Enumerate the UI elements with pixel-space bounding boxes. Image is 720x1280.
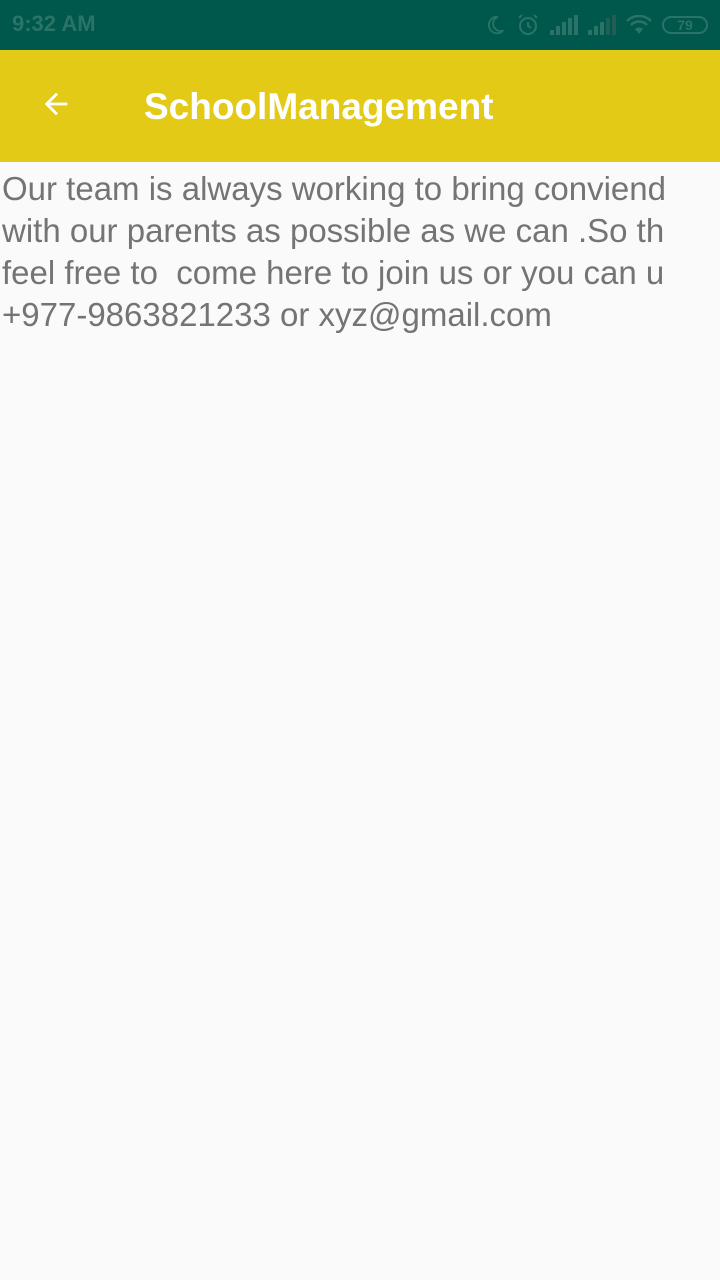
page-title: SchoolManagement (144, 86, 494, 127)
status-icons: 79 (484, 12, 708, 38)
moon-icon (484, 14, 506, 36)
about-text-line: with our parents as possible as we can .… (2, 212, 665, 249)
battery-icon: 79 (662, 16, 708, 34)
alarm-icon (516, 13, 540, 37)
wifi-icon (626, 15, 652, 35)
signal-icon (588, 15, 616, 35)
about-text: Our team is always working to bring conv… (0, 162, 720, 336)
about-text-line: Our team is always working to bring conv… (2, 170, 666, 207)
status-time: 9:32 AM (12, 11, 96, 36)
content-area: Our team is always working to bring conv… (0, 162, 720, 1280)
app-bar: SchoolManagement (0, 50, 720, 162)
signal-icon (550, 15, 578, 35)
status-bar: 9:32 AM 79 (0, 0, 720, 50)
about-text-line: +977-9863821233 or xyz@gmail.com (2, 296, 552, 333)
arrow-back-icon (39, 87, 73, 126)
back-button[interactable] (24, 76, 88, 136)
about-text-line: feel free to come here to join us or you… (2, 254, 665, 291)
